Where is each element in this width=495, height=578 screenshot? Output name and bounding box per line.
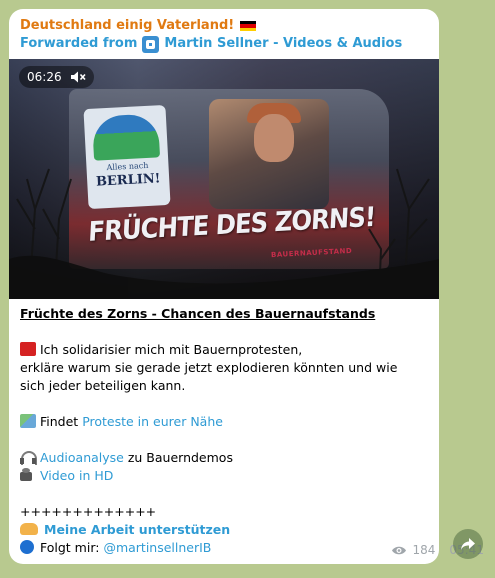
forwarded-from[interactable]: Forwarded from Martin Sellner - Videos &… [20, 35, 428, 53]
find-prefix: Findet [40, 414, 79, 429]
video-person [254, 114, 294, 162]
find-protests-link[interactable]: Proteste in eurer Nähe [82, 414, 223, 429]
sticker-big-text: BERLIN! [95, 171, 161, 190]
headphones-icon [20, 450, 37, 465]
handshake-icon [20, 523, 38, 535]
video-duration: 06:26 [27, 70, 62, 84]
channel-name-row[interactable]: Deutschland einig Vaterland! [20, 17, 428, 35]
paragraph-line: Ich solidarisier mich mit Bauernproteste… [20, 341, 425, 359]
support-link[interactable]: Meine Arbeit unterstützen [44, 522, 230, 537]
audio-analysis-link[interactable]: Audioanalyse [40, 450, 124, 465]
view-count: 184 [412, 543, 436, 557]
audio-suffix: zu Bauerndemos [127, 450, 233, 465]
germany-flag-icon [240, 20, 257, 32]
message-text: Früchte des Zorns - Chancen des Bauernau… [20, 305, 425, 557]
follow-handle-link[interactable]: @martinsellnerIB [103, 540, 211, 555]
separator-line: +++++++++++++ [20, 504, 157, 519]
message-header: Deutschland einig Vaterland! Forwarded f… [9, 9, 439, 59]
follow-line: Folgt mir: @martinsellnerIB [20, 539, 425, 557]
eye-icon [391, 546, 406, 554]
support-line: Meine Arbeit unterstützen [20, 521, 425, 539]
audio-line: Audioanalyse zu Bauerndemos [20, 449, 425, 467]
map-icon [20, 414, 36, 428]
forwarded-source[interactable]: Martin Sellner - Videos & Audios [164, 35, 402, 53]
video-sticker: Alles nach BERLIN! [83, 104, 171, 210]
video-duration-pill[interactable]: 06:26 [19, 66, 94, 88]
video-line: Video in HD [20, 467, 425, 485]
find-line: Findet Proteste in eurer Nähe [20, 413, 425, 431]
paragraph1: Ich solidarisier mich mit Bauernproteste… [40, 342, 303, 357]
channel-name[interactable]: Deutschland einig Vaterland! [20, 17, 234, 35]
channel-avatar-icon[interactable] [142, 35, 160, 53]
message-title: Früchte des Zorns - Chancen des Bauernau… [20, 306, 376, 321]
muted-speaker-icon[interactable] [70, 70, 86, 84]
paragraph1-continued: erkläre warum sie gerade jetzt explodier… [20, 360, 398, 393]
message-bubble[interactable]: Deutschland einig Vaterland! Forwarded f… [9, 9, 439, 564]
sticker-artwork [91, 113, 161, 161]
share-button[interactable] [453, 529, 483, 559]
video-player[interactable]: Alles nach BERLIN! FRÜCHTE DES ZORNS! BA… [9, 59, 439, 299]
video-hd-link[interactable]: Video in HD [40, 468, 113, 483]
follow-prefix: Folgt mir: [40, 540, 100, 555]
blue-circle-icon [20, 540, 34, 554]
forwarded-label: Forwarded from [20, 36, 138, 51]
sticker-small-text: Alles nach [106, 160, 149, 173]
video-camera-icon [20, 468, 36, 482]
red-square-icon [20, 342, 36, 356]
share-arrow-icon [461, 538, 475, 550]
